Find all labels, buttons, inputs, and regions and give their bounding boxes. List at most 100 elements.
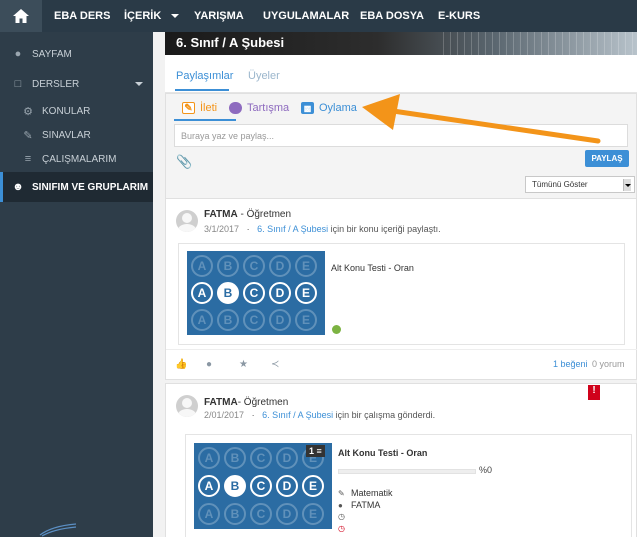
quiz-option-circle: E: [295, 282, 317, 304]
sidebar-item-sinifim-ve-gruplarim[interactable]: ☻ SINIFIM VE GRUPLARIM: [0, 172, 153, 202]
quiz-option-circle: C: [243, 309, 265, 331]
subject-label: Matematik: [351, 488, 393, 498]
author-name[interactable]: FATMA: [204, 209, 238, 220]
quiz-option-circle: B: [224, 503, 246, 525]
nav-icerik[interactable]: İÇERİK: [124, 10, 180, 22]
teacher-row: ● FATMA: [338, 500, 380, 510]
content-card[interactable]: ABCDEABCDEABCDE Alt Konu Testi - Oran: [178, 243, 625, 345]
quiz-option-circle: D: [269, 255, 291, 277]
group-icon: ☻: [12, 181, 24, 193]
content-card[interactable]: ABCDEABCDEABCDE 1 ≡ Alt Konu Testi - Ora…: [185, 434, 632, 537]
quiz-option-circle: B: [224, 447, 246, 469]
sidebar-item-label: KONULAR: [42, 105, 91, 117]
main-content: 6. Sınıf / A Şubesi Paylaşımlar Üyeler ✎…: [165, 32, 637, 537]
filter-selected-value: Tümünü Göster: [532, 180, 588, 189]
composer-type-label: Tartışma: [247, 102, 290, 114]
nav-uygulamalar[interactable]: UYGULAMALAR: [263, 10, 349, 22]
bar-chart-icon: ▩: [301, 102, 314, 114]
group-link[interactable]: 6. Sınıf / A Şubesi: [257, 224, 328, 234]
progress-percent: %0: [479, 465, 493, 475]
like-icon[interactable]: 👍: [175, 359, 187, 370]
quiz-option-circle: C: [243, 255, 265, 277]
tab-paylasimlar[interactable]: Paylaşımlar: [176, 70, 233, 82]
post-date: 3/1/2017: [204, 224, 240, 234]
filter-select[interactable]: Tümünü Göster: [525, 176, 635, 193]
post-actions: 👍 ● ★ ≺ 1 beğeni 0 yorum: [166, 349, 637, 379]
quiz-option-circle: B: [224, 475, 246, 497]
quiz-thumbnail: ABCDEABCDEABCDE: [187, 251, 325, 335]
card-title[interactable]: Alt Konu Testi - Oran: [338, 448, 427, 458]
composer-type-tartisma[interactable]: Tartışma: [229, 102, 289, 114]
group-link[interactable]: 6. Sınıf / A Şubesi: [262, 410, 333, 420]
post-author: FATMA - Öğretmen: [204, 209, 291, 220]
chat-bubble-icon: [229, 102, 242, 114]
subject-row: ✎ Matematik: [338, 488, 393, 498]
sidebar-item-dersler[interactable]: □ DERSLER: [0, 76, 153, 92]
quiz-option-circle: E: [302, 475, 324, 497]
comments-count[interactable]: 0 yorum: [592, 359, 625, 369]
pencil-icon: ✎: [338, 488, 345, 498]
sidebar-item-konular[interactable]: ⚙ KONULAR: [0, 103, 153, 119]
quiz-option-circle: E: [295, 255, 317, 277]
nav-eba-dosya[interactable]: EBA DOSYA: [360, 10, 424, 22]
composer-type-ileti[interactable]: ✎ İleti: [182, 102, 217, 114]
composer-type-label: Oylama: [319, 102, 357, 114]
avatar: [176, 210, 198, 232]
likes-count[interactable]: 1 beğeni: [553, 359, 588, 369]
chevron-down-icon: [135, 82, 143, 86]
post-input[interactable]: Buraya yaz ve paylaş...: [174, 124, 628, 147]
share-button[interactable]: PAYLAŞ: [585, 150, 629, 167]
sidebar-item-sayfam[interactable]: ● SAYFAM: [0, 46, 153, 62]
nav-yarisma[interactable]: YARIŞMA: [194, 10, 244, 22]
quiz-option-circle: C: [250, 447, 272, 469]
item-count: 1: [309, 446, 315, 456]
home-button[interactable]: [0, 0, 42, 32]
sidebar-item-sinavlar[interactable]: ✎ SINAVLAR: [0, 127, 153, 143]
composer-type-label: İleti: [200, 102, 218, 114]
composer-type-oylama[interactable]: ▩ Oylama: [301, 102, 357, 114]
author-role: - Öğretmen: [237, 397, 289, 408]
card-title[interactable]: Alt Konu Testi - Oran: [331, 263, 414, 273]
quiz-option-circle: A: [191, 282, 213, 304]
star-icon[interactable]: ★: [239, 359, 248, 370]
edit-icon: ✎: [182, 102, 195, 114]
chevron-down-icon: [171, 14, 180, 19]
active-tab-indicator: [175, 89, 229, 91]
meta-separator: ·: [251, 410, 255, 420]
nav-e-kurs[interactable]: E-KURS: [438, 10, 480, 22]
quiz-option-circle: C: [243, 282, 265, 304]
post-meta: 2/01/2017 · 6. Sınıf / A Şubesi için bir…: [204, 410, 435, 420]
feed-post: FATMA - Öğretmen 3/1/2017 · 6. Sınıf / A…: [165, 198, 637, 380]
author-role: - Öğretmen: [237, 209, 292, 220]
time-row: ◷: [338, 512, 351, 521]
quiz-option-circle: D: [276, 447, 298, 469]
sidebar-item-calismalarim[interactable]: ≡ ÇALIŞMALARIM: [0, 151, 153, 167]
meta-separator: ·: [246, 224, 250, 234]
avatar: [176, 395, 198, 417]
quiz-option-circle: B: [217, 255, 239, 277]
quiz-option-circle: A: [191, 309, 213, 331]
quiz-option-circle: A: [198, 503, 220, 525]
nav-icerik-label: İÇERİK: [124, 10, 162, 22]
logo-icon: [39, 523, 77, 537]
author-name[interactable]: FATMA: [204, 397, 238, 408]
alert-flag-icon: !: [588, 385, 600, 400]
feed-post: FATMA- Öğretmen 2/01/2017 · 6. Sınıf / A…: [165, 383, 637, 537]
quiz-option-circle: B: [217, 309, 239, 331]
comment-icon[interactable]: ●: [206, 359, 212, 370]
paperclip-icon[interactable]: 📎: [176, 154, 192, 170]
nav-eba-ders[interactable]: EBA DERS: [54, 10, 110, 22]
teacher-label: FATMA: [351, 500, 381, 510]
post-author: FATMA- Öğretmen: [204, 397, 288, 408]
quiz-option-circle: D: [276, 503, 298, 525]
quiz-option-circle: A: [198, 447, 220, 469]
post-action-text: için bir konu içeriği paylaştı.: [328, 224, 441, 234]
item-count-badge: 1 ≡: [306, 445, 325, 457]
book-icon: □: [14, 78, 22, 90]
tab-bar: Paylaşımlar Üyeler: [165, 55, 637, 93]
post-action-text: için bir çalışma gönderdi.: [333, 410, 436, 420]
sidebar-item-label: DERSLER: [32, 78, 80, 90]
tab-uyeler[interactable]: Üyeler: [248, 70, 280, 82]
share-icon[interactable]: ≺: [271, 359, 279, 370]
quiz-option-circle: B: [217, 282, 239, 304]
